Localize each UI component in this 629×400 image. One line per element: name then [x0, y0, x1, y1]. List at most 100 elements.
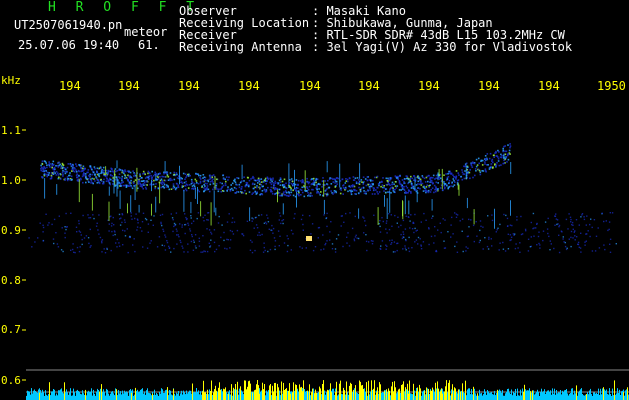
- level-bar: [238, 394, 239, 400]
- signal-speck: [274, 188, 276, 190]
- level-bar: [222, 391, 223, 400]
- level-peak: [314, 393, 315, 400]
- noise-speck: [397, 226, 400, 228]
- noise-speck: [217, 222, 220, 224]
- level-peak: [290, 393, 291, 400]
- level-bar: [513, 391, 514, 400]
- noise-speck: [262, 251, 265, 253]
- signal-speck: [319, 194, 321, 196]
- noise-speck: [210, 233, 213, 235]
- signal-speck: [229, 188, 232, 191]
- signal-speck: [394, 188, 396, 191]
- level-peak: [273, 391, 274, 400]
- signal-speck: [271, 190, 273, 193]
- level-bar: [209, 389, 210, 400]
- noise-speck: [594, 250, 597, 252]
- signal-speck: [474, 168, 477, 170]
- signal-speck: [238, 186, 241, 189]
- noise-speck: [397, 216, 399, 218]
- level-bar: [176, 392, 177, 400]
- signal-speck: [49, 163, 51, 165]
- noise-speck: [520, 215, 522, 218]
- level-peak: [302, 391, 303, 400]
- level-bar: [179, 395, 180, 400]
- level-peak: [398, 389, 399, 400]
- signal-speck: [203, 183, 205, 186]
- noise-speck: [96, 222, 98, 224]
- level-peak: [530, 391, 531, 400]
- signal-speck: [506, 161, 508, 163]
- level-bar: [434, 392, 435, 400]
- noise-speck: [585, 224, 587, 226]
- signal-speck: [494, 152, 496, 154]
- level-bar: [423, 390, 424, 400]
- level-bar: [381, 392, 382, 400]
- signal-speck: [164, 179, 167, 182]
- level-peak: [432, 387, 433, 400]
- noise-speck: [89, 228, 91, 231]
- level-peak: [384, 390, 385, 400]
- signal-speck: [206, 182, 208, 185]
- signal-speck: [442, 189, 444, 191]
- signal-speck: [336, 183, 338, 185]
- level-peak: [386, 389, 387, 400]
- noise-speck: [207, 219, 209, 221]
- level-peak: [350, 382, 351, 400]
- signal-speck: [358, 181, 360, 184]
- noise-speck: [326, 225, 328, 228]
- noise-speck: [509, 239, 511, 242]
- noise-speck: [110, 249, 112, 252]
- level-peak: [389, 390, 390, 400]
- noise-speck: [89, 217, 92, 219]
- signal-speck: [476, 164, 479, 166]
- signal-speck: [413, 179, 415, 181]
- noise-speck: [513, 234, 515, 236]
- level-bar: [125, 392, 126, 400]
- signal-speck: [478, 162, 480, 165]
- level-peak: [315, 389, 316, 400]
- noise-speck: [287, 238, 289, 240]
- signal-speck: [259, 187, 261, 190]
- signal-speck: [411, 185, 414, 187]
- level-bar: [133, 395, 134, 400]
- signal-speck: [119, 177, 121, 179]
- noise-speck: [401, 237, 404, 240]
- level-peak: [428, 388, 429, 400]
- signal-speck: [401, 188, 404, 190]
- noise-speck: [164, 236, 167, 238]
- noise-speck: [347, 232, 349, 234]
- noise-speck: [472, 224, 475, 227]
- noise-speck: [218, 215, 220, 218]
- level-peak: [292, 392, 293, 400]
- signal-speck: [332, 181, 335, 183]
- level-peak: [395, 387, 396, 400]
- noise-speck: [182, 247, 184, 249]
- signal-speck: [123, 172, 125, 175]
- signal-speck: [447, 173, 449, 175]
- level-peak: [420, 388, 421, 400]
- signal-speck: [108, 182, 111, 184]
- noise-speck: [124, 221, 126, 223]
- signal-speck: [160, 186, 163, 189]
- noise-speck: [402, 236, 404, 238]
- noise-speck: [160, 221, 162, 224]
- level-bar: [483, 394, 484, 400]
- signal-speck: [334, 186, 337, 188]
- signal-speck: [384, 188, 387, 190]
- noise-speck: [179, 239, 181, 242]
- level-bar: [347, 392, 348, 400]
- level-bar: [130, 389, 131, 400]
- noise-speck: [598, 247, 601, 249]
- signal-speck: [215, 183, 218, 185]
- signal-speck: [351, 185, 354, 188]
- signal-speck: [46, 166, 48, 169]
- signal-speck: [202, 174, 205, 176]
- noise-speck: [450, 224, 452, 226]
- level-bar: [260, 391, 261, 400]
- level-peak: [373, 388, 374, 400]
- signal-speck: [458, 174, 460, 176]
- noise-speck: [290, 229, 293, 232]
- noise-speck: [517, 247, 519, 249]
- level-peak: [368, 380, 369, 400]
- noise-speck: [114, 233, 116, 236]
